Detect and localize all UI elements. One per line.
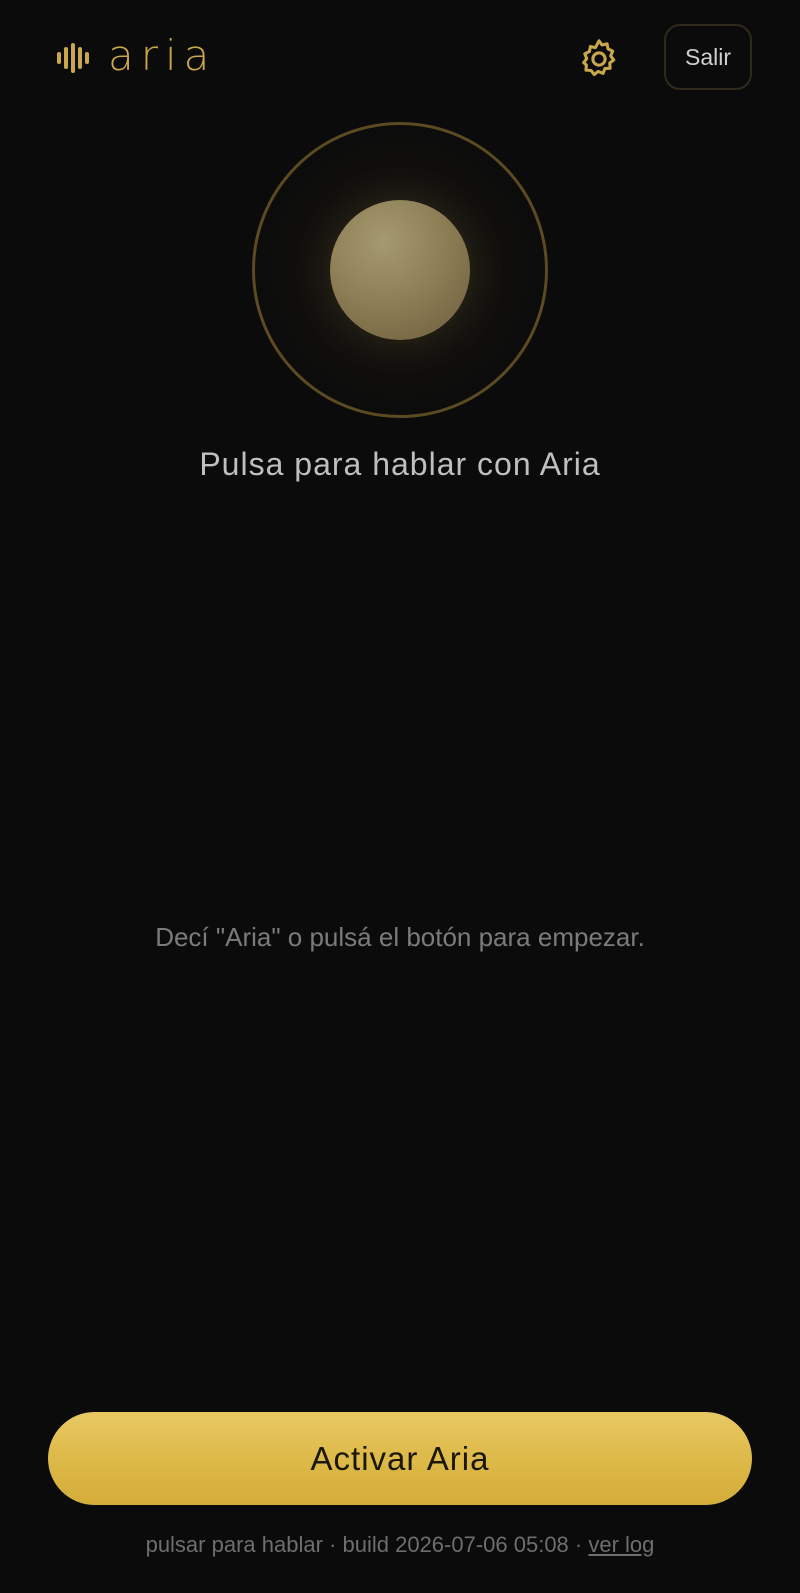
footer-status: pulsar para hablar · build 2026-07-06 05… — [0, 1532, 800, 1558]
app-name: aria — [108, 31, 217, 80]
orb-core — [330, 200, 470, 340]
top-bar: aria Salir — [0, 0, 800, 120]
start-hint: Decí "Aria" o pulsá el botón para empeza… — [155, 922, 645, 952]
separator: · — [329, 1532, 337, 1557]
activate-aria-button[interactable]: Activar Aria — [48, 1412, 752, 1505]
exit-button[interactable]: Salir — [664, 24, 752, 90]
mode-label: pulsar para hablar — [145, 1532, 323, 1557]
talk-prompt: Pulsa para hablar con Aria — [199, 446, 601, 482]
build-info: build 2026-07-06 05:08 — [342, 1532, 569, 1557]
sound-wave-icon — [56, 42, 92, 74]
view-log-link[interactable]: ver log — [588, 1532, 654, 1557]
app-logo: aria — [56, 30, 216, 86]
settings-button[interactable] — [576, 36, 622, 82]
talk-orb-button[interactable] — [252, 122, 548, 418]
separator: · — [574, 1532, 583, 1557]
gear-icon — [576, 39, 622, 86]
